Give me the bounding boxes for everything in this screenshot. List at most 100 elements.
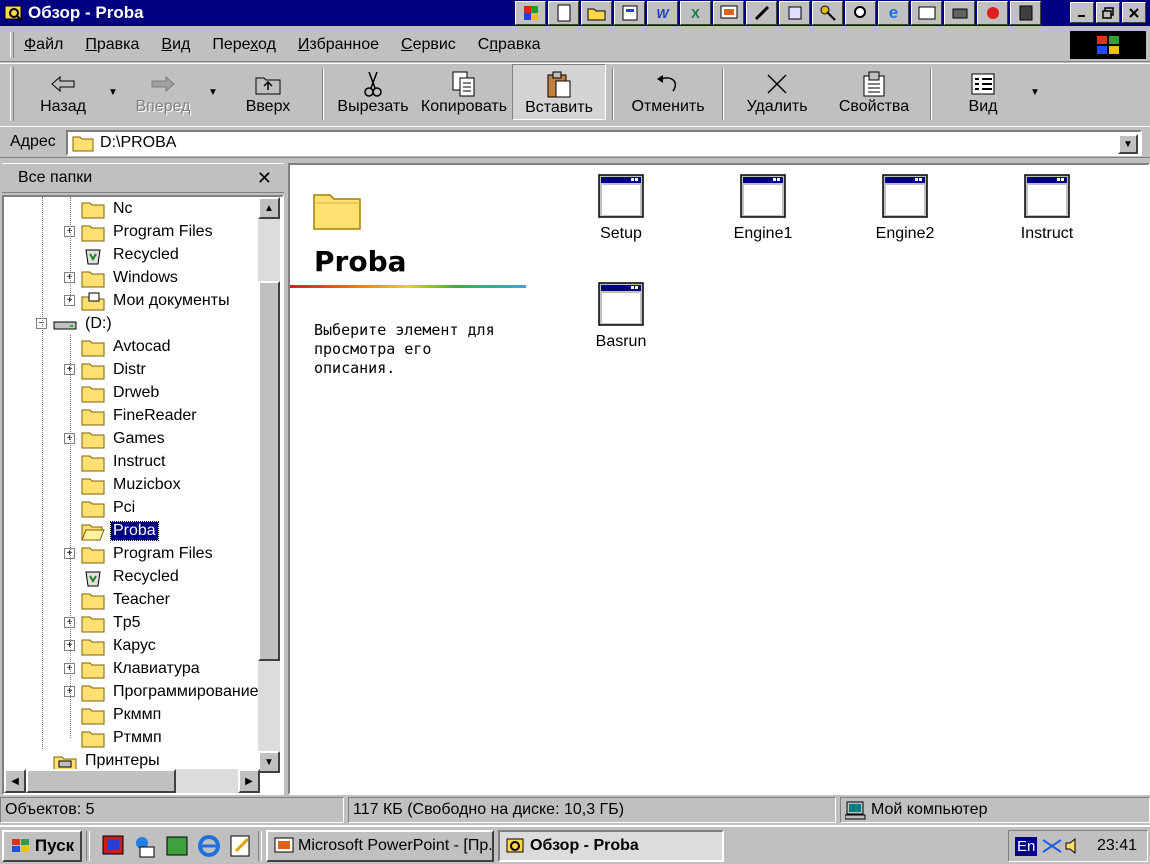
key-icon[interactable] (812, 1, 843, 25)
title-bar[interactable]: Обзор - Proba W X e (0, 0, 1150, 26)
file-item[interactable]: Engine2 (850, 173, 960, 243)
up-button[interactable]: Вверх (220, 64, 316, 120)
back-dropdown[interactable]: ▼ (106, 64, 120, 120)
forward-dropdown[interactable]: ▼ (206, 64, 220, 120)
task-explorer[interactable]: Обзор - Proba (498, 829, 724, 862)
properties-button[interactable]: Свойства (824, 64, 924, 120)
find-icon[interactable] (845, 1, 876, 25)
folder-tree[interactable]: Nc + Program Files Recycled + Windows + Мои док… (2, 195, 284, 795)
windows-flag-icon (11, 838, 29, 852)
tree-item[interactable]: Pci (64, 496, 137, 519)
folder-content-pane[interactable]: Proba Выберите элемент для просмотра его… (288, 163, 1150, 795)
close-pane-icon[interactable]: ✕ (257, 168, 272, 189)
address-dropdown-button[interactable]: ▼ (1118, 134, 1138, 154)
scroll-thumb[interactable] (258, 281, 280, 661)
clipart-icon[interactable] (911, 1, 942, 25)
file-item[interactable]: Instruct (992, 173, 1102, 243)
tree-item[interactable]: Recycled (64, 565, 181, 588)
file-item[interactable]: Engine1 (708, 173, 818, 243)
tree-item[interactable]: + Клавиатура (64, 657, 202, 680)
tree-item[interactable]: + Windows (64, 266, 180, 289)
tree-item[interactable]: + Мои документы (64, 289, 232, 312)
copy-button[interactable]: Копировать (416, 64, 512, 120)
language-indicator[interactable]: En (1015, 836, 1038, 856)
file-item[interactable]: Setup (566, 173, 676, 243)
vertical-scrollbar[interactable]: ▲ ▼ (258, 197, 280, 773)
tree-item[interactable]: + Distr (64, 358, 148, 381)
tree-item[interactable]: Recycled (64, 243, 181, 266)
tree-item[interactable]: Drweb (64, 381, 161, 404)
volume-icon[interactable] (1063, 836, 1083, 856)
internet-explorer-icon[interactable]: e (878, 1, 909, 25)
menu-favorites[interactable]: Избранное (298, 36, 379, 54)
cut-button[interactable]: Вырезать (330, 64, 416, 120)
tree-item-label: Карус (113, 636, 156, 654)
new-document-icon[interactable] (548, 1, 579, 25)
scroll-right-button[interactable]: ▶ (238, 769, 260, 793)
tree-item[interactable]: Nc (64, 197, 135, 220)
tree-item-label: Program Files (113, 222, 213, 240)
tree-item[interactable]: − (D:) (36, 312, 114, 335)
excel-icon[interactable]: X (680, 1, 711, 25)
calculator-icon[interactable] (1010, 1, 1041, 25)
view-dropdown[interactable]: ▼ (1028, 64, 1042, 120)
view-button[interactable]: Вид (938, 64, 1028, 120)
tree-item[interactable]: + Games (64, 427, 167, 450)
file-name: Basrun (595, 333, 647, 350)
start-button[interactable]: Пуск (2, 829, 82, 862)
tree-item[interactable]: + Program Files (64, 220, 215, 243)
back-button[interactable]: Назад (20, 64, 106, 120)
scroll-down-button[interactable]: ▼ (258, 751, 280, 773)
tree-item[interactable]: Teacher (64, 588, 172, 611)
contacts-icon[interactable] (614, 1, 645, 25)
tree-item[interactable]: Muzicbox (64, 473, 183, 496)
file-item[interactable]: Basrun (566, 281, 676, 351)
edit-notes-icon[interactable] (228, 833, 254, 859)
menu-go[interactable]: Переход (212, 36, 276, 54)
tree-item-label: Proba (110, 520, 159, 541)
forward-button[interactable]: Вперед (120, 64, 206, 120)
tree-item[interactable]: FineReader (64, 404, 199, 427)
tree-item[interactable]: Ркммп (64, 703, 163, 726)
toolbar-grip[interactable] (10, 67, 14, 121)
internet-explorer-icon[interactable] (196, 833, 222, 859)
menu-file[interactable]: Файл (24, 36, 63, 54)
tree-item[interactable]: Proba (64, 519, 159, 542)
powerpoint-icon[interactable] (713, 1, 744, 25)
menu-edit[interactable]: Правка (85, 36, 139, 54)
scroll-left-button[interactable]: ◀ (4, 769, 26, 793)
menu-tools[interactable]: Сервис (401, 36, 456, 54)
menu-help[interactable]: Справка (478, 36, 541, 54)
restore-button[interactable] (1096, 2, 1120, 23)
scroll-up-button[interactable]: ▲ (258, 197, 280, 219)
office-logo-icon[interactable] (515, 1, 546, 25)
word-icon[interactable]: W (647, 1, 678, 25)
task-powerpoint[interactable]: Microsoft PowerPoint - [Пр... (266, 829, 494, 862)
binder-icon[interactable] (779, 1, 810, 25)
outlook-express-icon[interactable] (132, 833, 158, 859)
minimize-button[interactable] (1070, 2, 1094, 23)
open-document-icon[interactable] (581, 1, 612, 25)
network-icon[interactable] (1041, 836, 1063, 856)
tree-item[interactable]: Ртммп (64, 726, 164, 749)
camera-icon[interactable] (944, 1, 975, 25)
horizontal-scrollbar[interactable]: ◀ ▶ (4, 769, 260, 793)
paste-button[interactable]: Вставить (512, 64, 606, 120)
undo-button[interactable]: Отменить (620, 64, 716, 120)
delete-button[interactable]: Удалить (730, 64, 824, 120)
close-button[interactable] (1122, 2, 1146, 23)
access-icon[interactable] (746, 1, 777, 25)
address-input[interactable]: D:\PROBA ▼ (66, 130, 1142, 156)
channels-icon[interactable] (164, 833, 190, 859)
tree-item[interactable]: + Карус (64, 634, 158, 657)
tree-item[interactable]: + Tp5 (64, 611, 143, 634)
menu-view[interactable]: Вид (161, 36, 190, 54)
show-desktop-icon[interactable] (100, 833, 126, 859)
tree-item[interactable]: Avtocad (64, 335, 173, 358)
tree-item[interactable]: + Программирование (64, 680, 260, 703)
tree-item[interactable]: Instruct (64, 450, 167, 473)
horizontal-scroll-thumb[interactable] (26, 769, 176, 793)
menu-grip[interactable] (10, 31, 14, 58)
tree-item[interactable]: + Program Files (64, 542, 215, 565)
game-icon[interactable] (977, 1, 1008, 25)
